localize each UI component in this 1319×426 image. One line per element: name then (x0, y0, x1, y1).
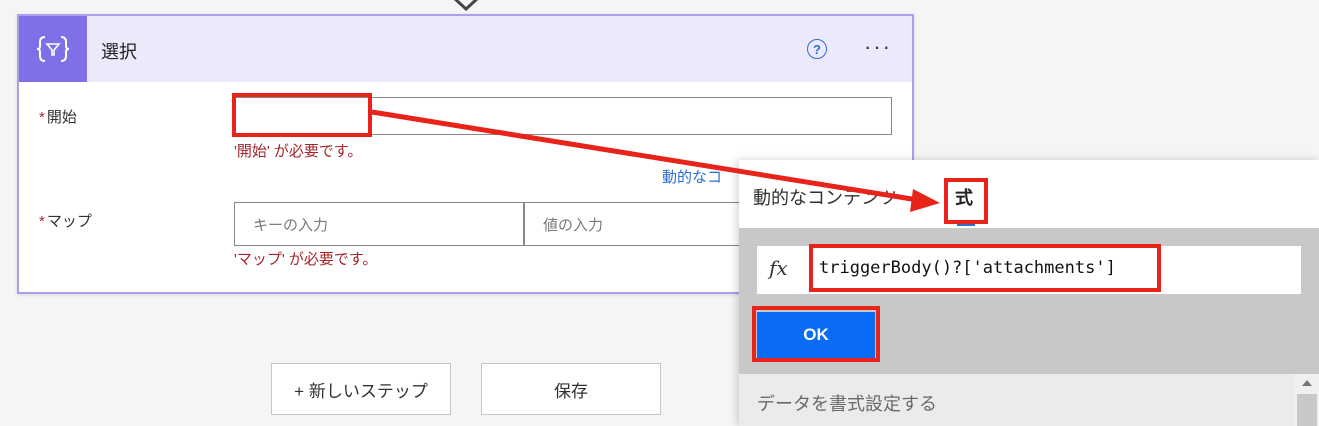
format-data-section[interactable]: データを書式設定する (739, 374, 1295, 426)
map-label-text: マップ (46, 213, 92, 230)
expression-input-highlight (809, 244, 1161, 292)
map-error-message: 'マップ' が必要です。 (234, 251, 378, 268)
expression-tab-highlight (944, 178, 988, 224)
dynamic-content-link[interactable]: 動的なコ (662, 166, 722, 187)
tab-dynamic-content[interactable]: 動的なコンテンツ (753, 184, 897, 210)
format-data-label: データを書式設定する (757, 394, 937, 414)
dynamic-content-panel: 動的なコンテンツ 式 fx triggerBody()?['attachment… (739, 160, 1319, 426)
select-data-operation-icon (19, 16, 87, 82)
scroll-up-icon[interactable] (1302, 380, 1312, 386)
ok-button-highlight (752, 306, 880, 362)
connector-arrow-icon (453, 0, 479, 12)
new-step-button[interactable]: + 新しいステップ (271, 363, 451, 415)
map-value-input[interactable]: 値の入力 (524, 202, 764, 246)
map-key-input[interactable]: キーの入力 (234, 202, 524, 246)
panel-scrollbar[interactable] (1295, 374, 1319, 426)
start-label: * 開始 (39, 106, 77, 127)
start-label-text: 開始 (46, 109, 77, 126)
required-mark: * (39, 109, 45, 126)
help-icon[interactable]: ? (807, 39, 827, 59)
fx-icon: fx (769, 256, 788, 280)
card-title: 選択 (101, 42, 137, 62)
card-header[interactable]: 選択 ? ··· (19, 16, 912, 82)
more-options-icon[interactable]: ··· (864, 34, 892, 60)
start-input-highlight (232, 93, 372, 137)
save-button[interactable]: 保存 (481, 363, 661, 415)
required-mark: * (39, 213, 45, 230)
map-label: * マップ (39, 210, 92, 231)
scroll-thumb[interactable] (1297, 394, 1317, 426)
start-error-message: '開始' が必要です。 (234, 143, 363, 160)
